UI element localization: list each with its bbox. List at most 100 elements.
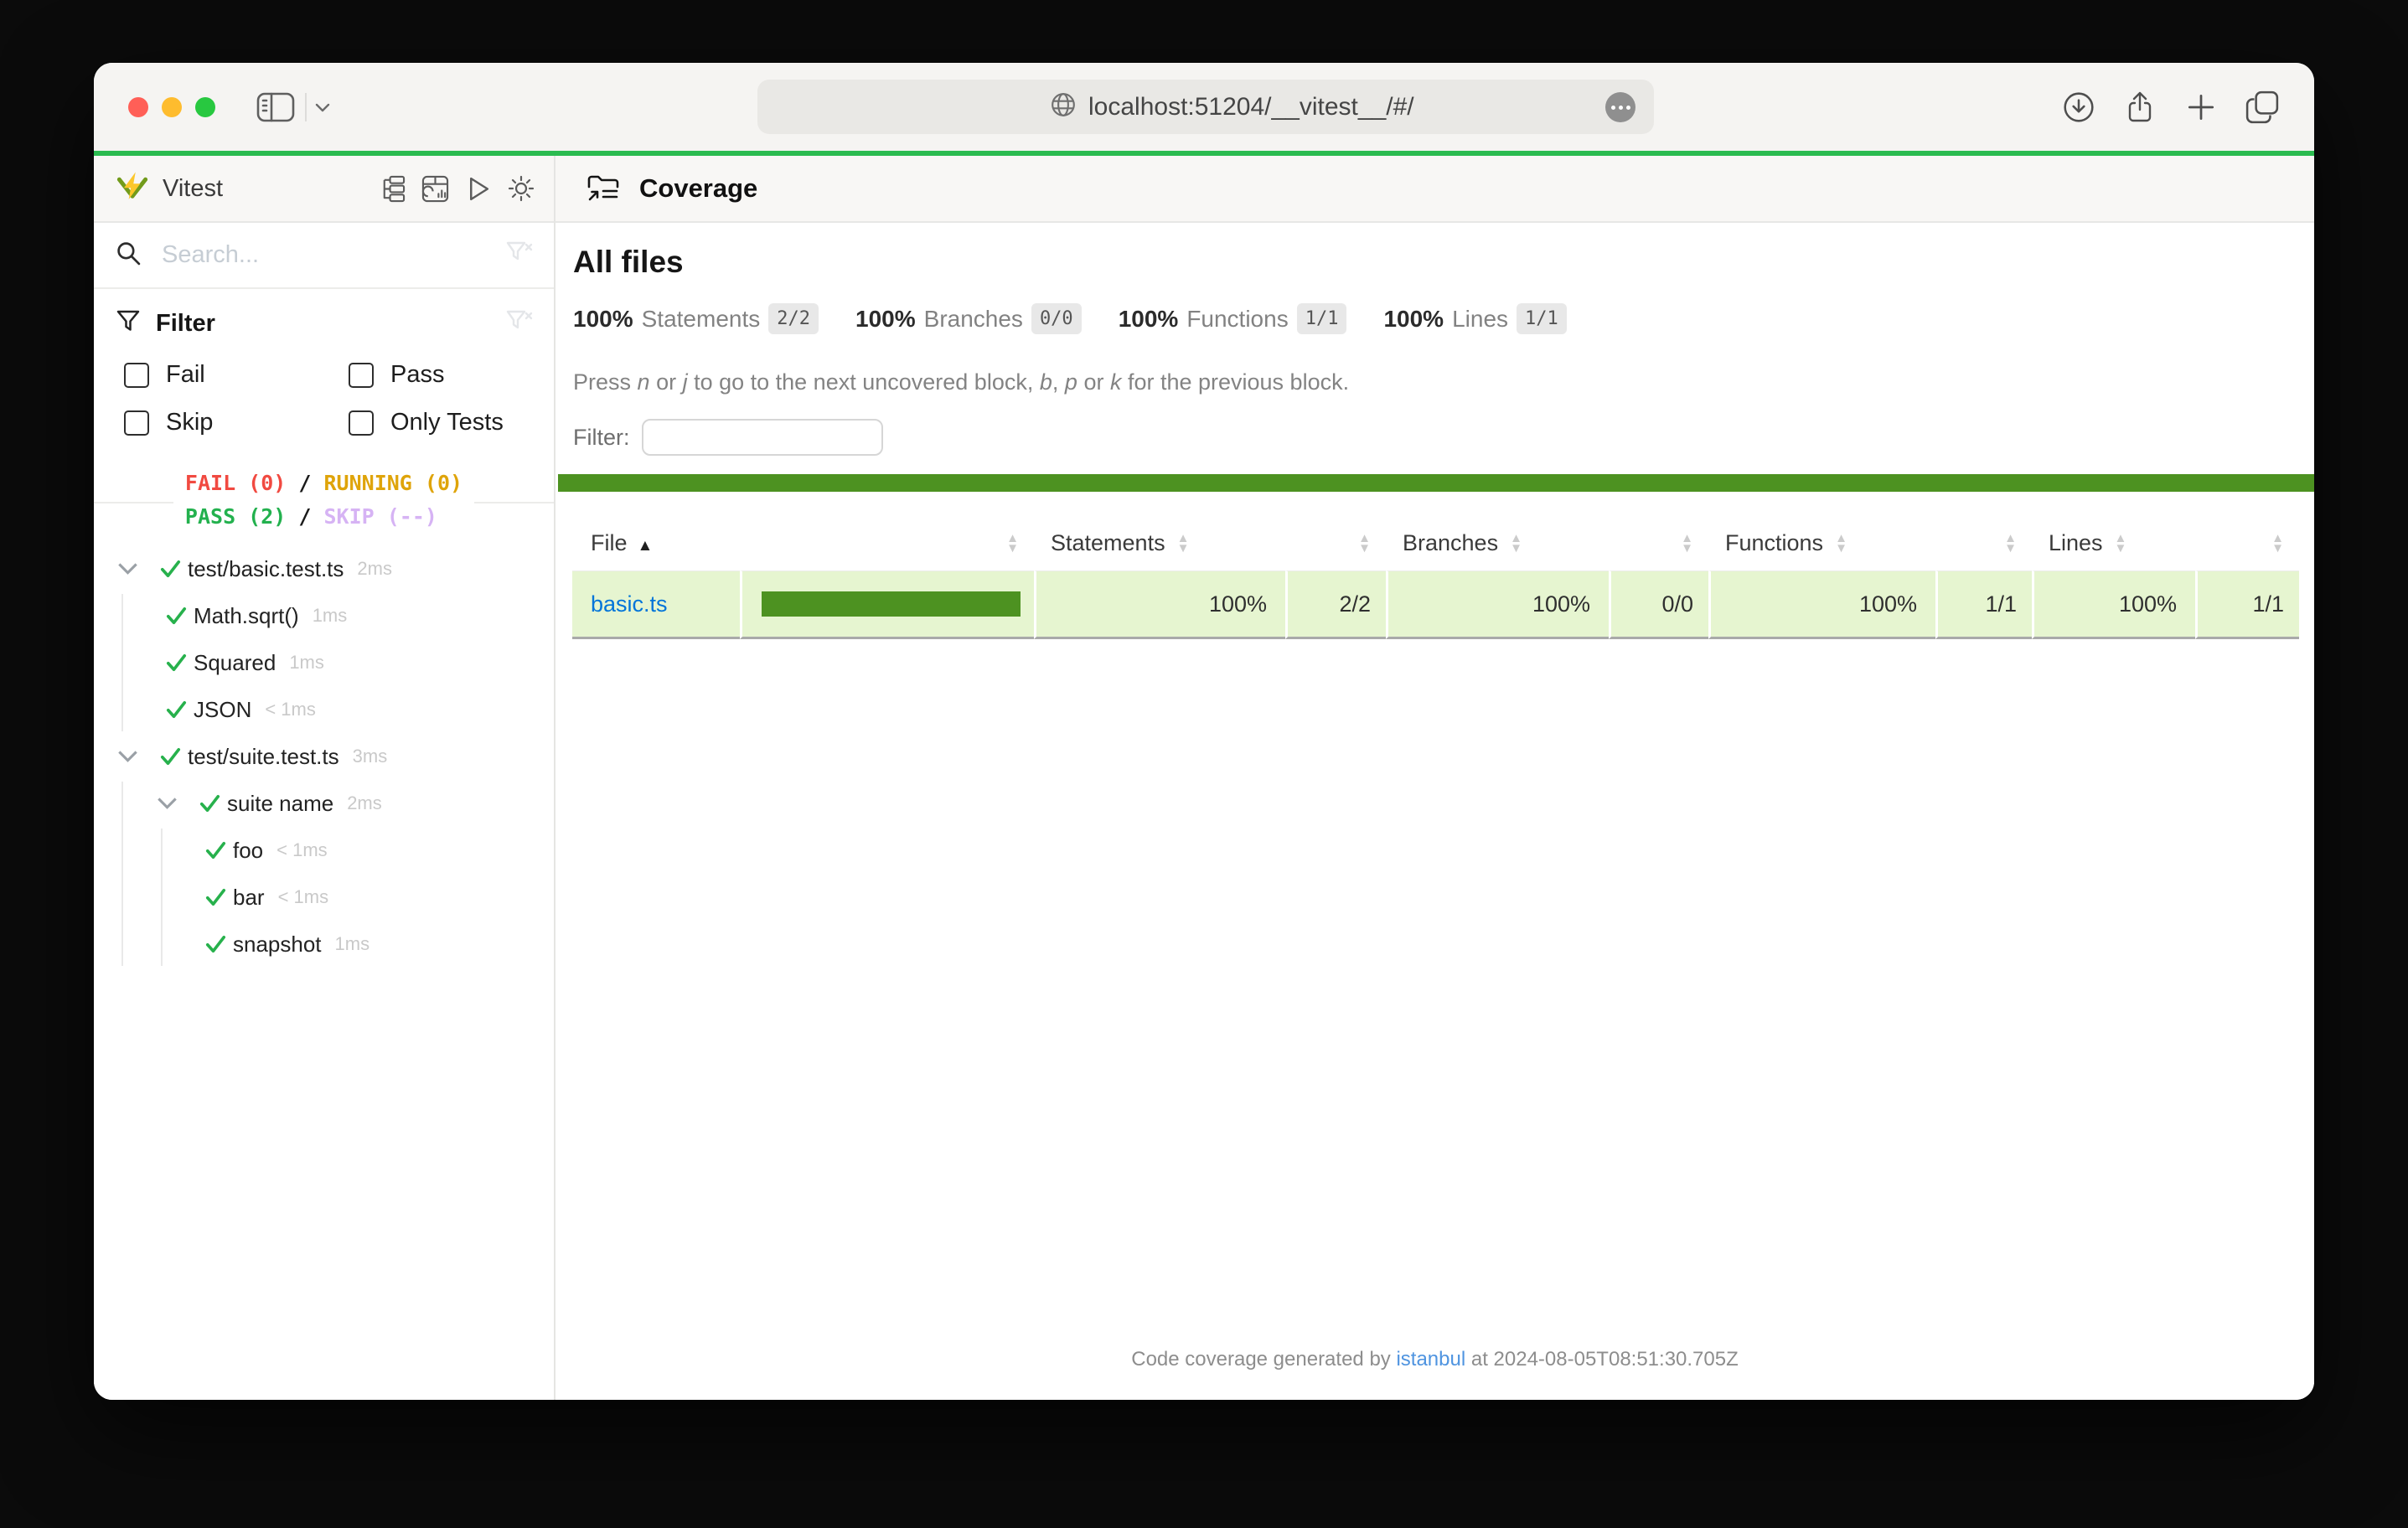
- coverage-table: File ▲ Statements Branches: [572, 515, 2299, 639]
- checkbox-box[interactable]: [124, 410, 149, 436]
- sort-icon[interactable]: [1510, 534, 1522, 554]
- test-summary: FAIL (0) / RUNNING (0) PASS (2) / SKIP (…: [173, 465, 474, 535]
- column-header-branches-raw[interactable]: [1609, 515, 1708, 570]
- sort-icon[interactable]: [1177, 534, 1190, 554]
- new-tab-icon[interactable]: [2184, 90, 2218, 128]
- test-duration: 1ms: [335, 933, 370, 955]
- hint-text: or: [650, 369, 683, 395]
- checkbox-box[interactable]: [124, 363, 149, 388]
- column-label: Branches: [1403, 530, 1498, 555]
- pass-check-icon: [165, 653, 188, 673]
- close-button[interactable]: [128, 97, 148, 117]
- test-name: bar: [233, 885, 265, 911]
- test-duration: 1ms: [313, 605, 348, 627]
- sort-asc-icon: ▲: [638, 537, 654, 555]
- sort-icon[interactable]: [1681, 534, 1693, 554]
- column-header-lines[interactable]: Lines: [2032, 515, 2195, 570]
- zoom-button[interactable]: [195, 97, 215, 117]
- file-link[interactable]: basic.ts: [591, 591, 668, 617]
- column-header-statements-raw[interactable]: [1285, 515, 1386, 570]
- chevron-down-icon[interactable]: [117, 750, 138, 763]
- search-input[interactable]: [160, 240, 505, 270]
- chevron-down-icon[interactable]: [117, 562, 138, 576]
- coverage-status-bar: [558, 474, 2314, 492]
- clear-search-filter-icon[interactable]: [505, 240, 534, 271]
- globe-icon: [1050, 91, 1077, 122]
- column-header-statements[interactable]: Statements: [1034, 515, 1285, 570]
- clear-filter-icon[interactable]: [505, 308, 534, 339]
- checkbox-skip[interactable]: Skip: [124, 409, 349, 436]
- coverage-filter-input[interactable]: [642, 419, 883, 456]
- checkbox-only-tests[interactable]: Only Tests: [349, 409, 534, 436]
- footer-text: Code coverage generated by: [1131, 1348, 1396, 1371]
- fail-count: FAIL (0): [185, 471, 286, 495]
- checkbox-box[interactable]: [349, 410, 374, 436]
- checkbox-pass[interactable]: Pass: [349, 361, 534, 389]
- address-bar[interactable]: localhost:51204/__vitest__/#/: [757, 80, 1654, 134]
- sort-icon[interactable]: [1835, 534, 1847, 554]
- test-tree-item[interactable]: Squared1ms: [94, 639, 554, 686]
- hint-key: p: [1065, 369, 1077, 395]
- branches-pct-cell: 100%: [1386, 570, 1609, 639]
- search-icon: [116, 240, 142, 271]
- branches-frac-cell: 0/0: [1609, 570, 1708, 639]
- browser-toolbar: localhost:51204/__vitest__/#/: [94, 63, 2314, 151]
- pass-check-icon: [204, 887, 227, 907]
- column-header-functions[interactable]: Functions: [1708, 515, 1935, 570]
- test-tree-item[interactable]: foo < 1ms: [94, 827, 554, 874]
- coverage-filter-row: Filter:: [573, 419, 2314, 456]
- test-tree-item[interactable]: test/suite.test.ts3ms: [94, 733, 554, 780]
- tab-overview-icon[interactable]: [2245, 90, 2279, 128]
- metric-label: Lines: [1452, 306, 1508, 333]
- downloads-icon[interactable]: [2062, 90, 2095, 128]
- sidebar-toggle-icon[interactable]: [256, 92, 295, 126]
- minimize-button[interactable]: [162, 97, 182, 117]
- test-name: suite name: [227, 791, 333, 817]
- test-duration: < 1ms: [276, 839, 328, 861]
- funnel-icon: [116, 309, 141, 338]
- chevron-down-icon[interactable]: [315, 102, 330, 117]
- traffic-lights: [128, 97, 215, 117]
- checkbox-label: Skip: [166, 409, 213, 436]
- sort-icon[interactable]: [1006, 534, 1019, 554]
- search-bar: [94, 223, 554, 289]
- metric-fraction: 1/1: [1517, 303, 1567, 334]
- sort-icon[interactable]: [2271, 534, 2284, 554]
- istanbul-link[interactable]: istanbul: [1396, 1348, 1465, 1371]
- sort-icon[interactable]: [1358, 534, 1371, 554]
- checkbox-label: Only Tests: [390, 409, 504, 436]
- metric-fraction: 2/2: [768, 303, 819, 334]
- theme-toggle-icon[interactable]: [507, 174, 535, 203]
- chevron-down-icon[interactable]: [157, 797, 178, 810]
- column-header-functions-raw[interactable]: [1935, 515, 2032, 570]
- test-name: JSON: [194, 697, 251, 723]
- sidebar-toolbar: [378, 174, 535, 203]
- sort-icon[interactable]: [2115, 534, 2127, 554]
- test-tree-item[interactable]: bar< 1ms: [94, 874, 554, 921]
- page-options-button[interactable]: [1605, 92, 1635, 122]
- pass-count: PASS (2): [185, 504, 286, 529]
- sort-icon[interactable]: [2004, 534, 2017, 554]
- statements-frac-cell: 2/2: [1285, 570, 1386, 639]
- column-header-file[interactable]: File ▲: [572, 515, 740, 570]
- coverage-panel: Coverage All files 100%Statements2/2100%…: [555, 156, 2314, 1400]
- test-name: foo: [233, 838, 263, 864]
- checkbox-fail[interactable]: Fail: [124, 361, 349, 389]
- column-header-chart[interactable]: [740, 515, 1034, 570]
- column-label: File: [591, 530, 628, 555]
- test-tree-item[interactable]: snapshot1ms: [94, 921, 554, 968]
- tree-view-icon[interactable]: [378, 175, 406, 203]
- checkbox-box[interactable]: [349, 363, 374, 388]
- dashboard-icon[interactable]: [421, 175, 449, 203]
- test-tree-item[interactable]: suite name2ms: [94, 780, 554, 827]
- filter-options: Fail Pass Skip Only Tests: [116, 361, 534, 436]
- column-header-lines-raw[interactable]: [2195, 515, 2299, 570]
- test-tree-item[interactable]: JSON< 1ms: [94, 686, 554, 733]
- run-all-icon[interactable]: [465, 175, 491, 203]
- column-header-branches[interactable]: Branches: [1386, 515, 1609, 570]
- test-tree-item[interactable]: Math.sqrt()1ms: [94, 592, 554, 639]
- test-tree-item[interactable]: test/basic.test.ts2ms: [94, 545, 554, 592]
- share-icon[interactable]: [2123, 90, 2157, 128]
- toolbar-separator: [305, 93, 307, 121]
- coverage-metrics: 100%Statements2/2100%Branches0/0100%Func…: [573, 303, 2314, 334]
